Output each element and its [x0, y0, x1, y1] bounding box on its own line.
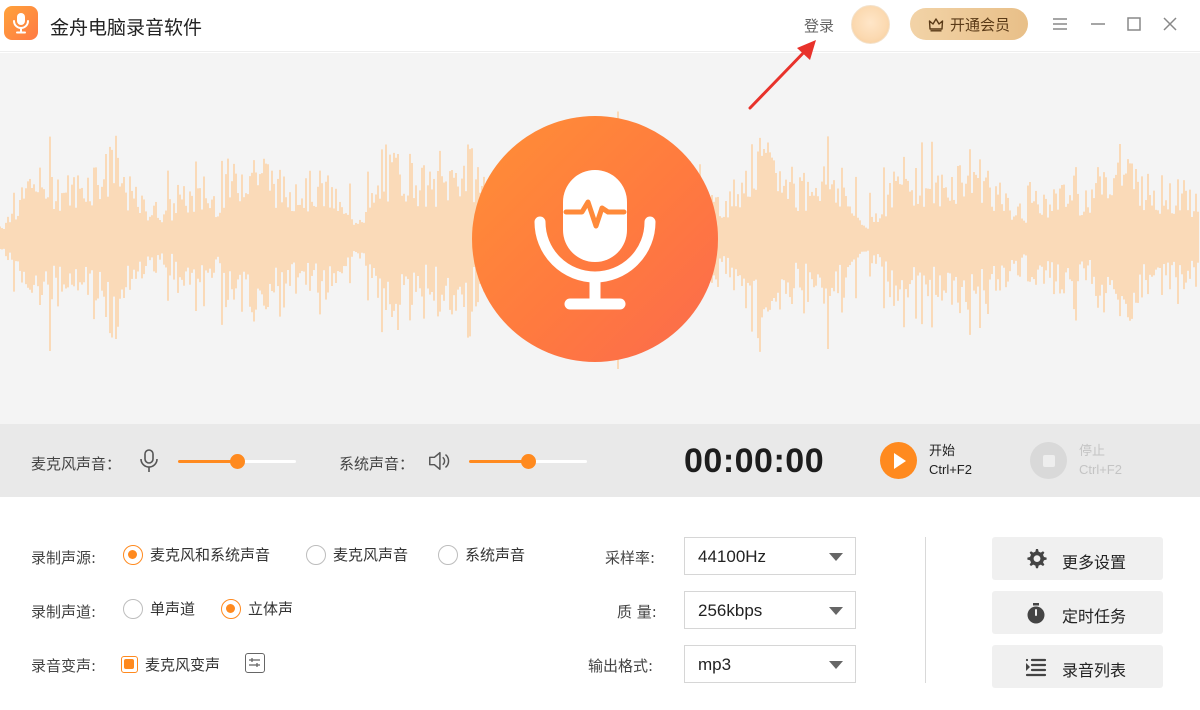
- stop-shortcut: Ctrl+F2: [1079, 462, 1122, 477]
- more-settings-button[interactable]: 更多设置: [992, 537, 1163, 580]
- quality-select[interactable]: 256kbps: [684, 591, 856, 629]
- mic-volume-slider-thumb[interactable]: [230, 454, 245, 469]
- recording-timer: 00:00:00: [684, 442, 825, 480]
- crown-icon: [928, 17, 944, 32]
- channel-option-mono[interactable]: 单声道: [123, 598, 195, 619]
- channel-label: 录制声道:: [31, 603, 97, 621]
- format-select[interactable]: mp3: [684, 645, 856, 683]
- source-option-mic-and-system[interactable]: 麦克风和系统声音: [123, 544, 270, 565]
- scheduled-task-button[interactable]: 定时任务: [992, 591, 1163, 634]
- source-label: 录制声源:: [31, 549, 97, 567]
- list-icon: [1025, 658, 1047, 677]
- channel-option-label: 单声道: [150, 600, 196, 618]
- source-option-label: 系统声音: [465, 546, 526, 564]
- channel-option-label: 立体声: [248, 600, 294, 618]
- title-bar: 金舟电脑录音软件 登录 开通会员: [0, 0, 1200, 52]
- system-volume-slider-thumb[interactable]: [521, 454, 536, 469]
- stop-label-group[interactable]: 停止 Ctrl+F2: [1079, 441, 1122, 479]
- recording-list-button[interactable]: 录音列表: [992, 645, 1163, 688]
- radio-dot: [123, 544, 143, 565]
- channel-option-stereo[interactable]: 立体声: [221, 598, 293, 619]
- start-label: 开始: [929, 443, 956, 458]
- microphone-icon: [140, 449, 158, 472]
- quality-label: 质 量:: [617, 603, 657, 621]
- start-shortcut: Ctrl+F2: [929, 462, 972, 477]
- chevron-down-icon: [829, 607, 843, 615]
- record-button[interactable]: [472, 116, 718, 362]
- vip-button-label: 开通会员: [949, 15, 1010, 34]
- speaker-icon: [429, 451, 450, 471]
- voice-change-checkbox-label: 麦克风变声: [145, 656, 221, 674]
- source-option-system[interactable]: 系统声音: [438, 544, 525, 565]
- format-label: 输出格式:: [588, 657, 654, 675]
- avatar[interactable]: [851, 5, 890, 44]
- scheduled-task-label: 定时任务: [1062, 607, 1127, 626]
- chevron-down-icon: [829, 661, 843, 669]
- stop-button[interactable]: [1030, 442, 1067, 479]
- source-option-mic[interactable]: 麦克风声音: [306, 544, 408, 565]
- control-bar: 麦克风声音： 系统声音： 00:00:00 开始 Ctrl+F2 停止 Ctrl…: [0, 424, 1200, 497]
- app-title: 金舟电脑录音软件: [50, 17, 203, 39]
- mic-volume-slider[interactable]: [178, 454, 296, 469]
- checkbox-box: [121, 656, 138, 673]
- gear-icon: [1027, 549, 1047, 569]
- close-icon[interactable]: [1159, 13, 1181, 35]
- format-value: mp3: [698, 655, 732, 674]
- voice-change-label: 录音变声:: [31, 657, 97, 675]
- waveform-area: [0, 53, 1200, 424]
- play-icon: [893, 452, 906, 469]
- microphone-logo-icon: [4, 6, 38, 40]
- stop-label: 停止: [1079, 443, 1106, 458]
- divider: [925, 537, 926, 683]
- sample-rate-select[interactable]: 44100Hz: [684, 537, 856, 575]
- voice-change-checkbox[interactable]: 麦克风变声: [121, 654, 220, 675]
- menu-icon[interactable]: [1049, 13, 1071, 35]
- sample-rate-value: 44100Hz: [698, 547, 767, 566]
- sample-rate-label: 采样率:: [605, 549, 656, 567]
- chevron-down-icon: [829, 553, 843, 561]
- system-volume-slider[interactable]: [469, 454, 587, 469]
- more-settings-label: 更多设置: [1062, 553, 1127, 572]
- radio-dot: [438, 544, 458, 565]
- source-option-label: 麦克风声音: [333, 546, 409, 564]
- radio-dot: [123, 598, 143, 619]
- radio-dot: [221, 598, 241, 619]
- minimize-icon[interactable]: [1087, 13, 1109, 35]
- source-option-label: 麦克风和系统声音: [150, 546, 271, 564]
- timer-icon: [1027, 603, 1045, 624]
- mic-volume-label: 麦克风声音：: [31, 455, 122, 473]
- system-volume-label: 系统声音：: [339, 455, 415, 473]
- stop-icon: [1042, 454, 1055, 467]
- microphone-waveform-icon: [534, 170, 656, 310]
- maximize-icon[interactable]: [1123, 13, 1145, 35]
- start-button[interactable]: [880, 442, 917, 479]
- sliders-icon[interactable]: [245, 653, 265, 673]
- login-link[interactable]: 登录: [804, 15, 834, 36]
- settings-panel: 录制声源: 麦克风和系统声音 麦克风声音 系统声音 录制声道: 单声道 立体声 …: [0, 497, 1200, 710]
- start-label-group[interactable]: 开始 Ctrl+F2: [929, 441, 972, 479]
- quality-value: 256kbps: [698, 601, 763, 620]
- vip-button[interactable]: 开通会员: [910, 8, 1028, 40]
- radio-dot: [306, 544, 326, 565]
- recording-list-label: 录音列表: [1062, 661, 1127, 680]
